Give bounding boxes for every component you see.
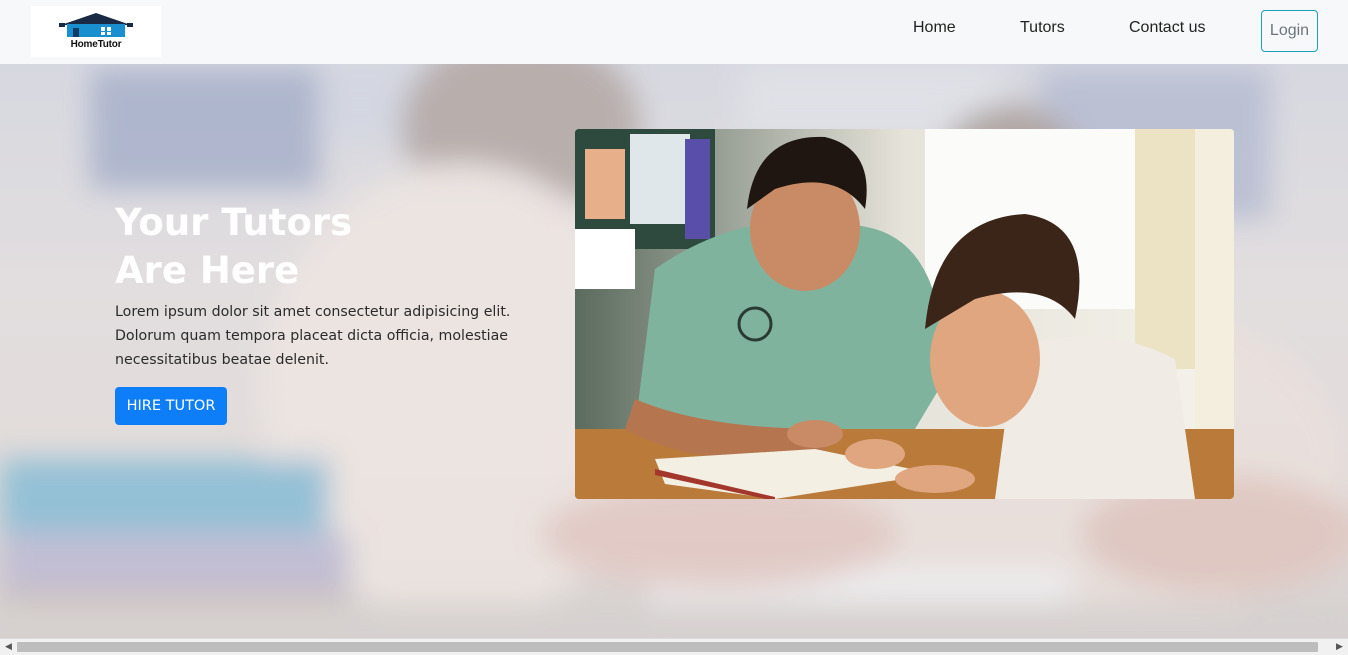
scrollbar-thumb[interactable] [17, 642, 1318, 652]
brand-name: HomeTutor [70, 39, 122, 50]
horizontal-scrollbar[interactable]: ◀ ▶ [0, 638, 1348, 655]
scroll-right-arrow-icon[interactable]: ▶ [1331, 639, 1348, 655]
nav-link-contact[interactable]: Contact us [1129, 19, 1205, 37]
brand-logo[interactable]: HomeTutor [31, 6, 161, 57]
nav-link-tutors[interactable]: Tutors [1020, 19, 1065, 37]
photo-illustration [575, 129, 1234, 499]
hero-title: Your Tutors Are Here [115, 199, 535, 295]
hero-title-line-1: Your Tutors [115, 201, 353, 244]
hero-section: Your Tutors Are Here Lorem ipsum dolor s… [0, 64, 1348, 638]
hero-description: Lorem ipsum dolor sit amet consectetur a… [115, 304, 511, 368]
hire-tutor-button[interactable]: HIRE TUTOR [115, 387, 227, 425]
navbar: HomeTutor Home Tutors Contact us Login [0, 0, 1348, 64]
scroll-left-arrow-icon[interactable]: ◀ [0, 639, 17, 655]
house-logo-icon [59, 13, 133, 37]
hero-title-line-2: Are Here [115, 249, 300, 292]
nav-link-home[interactable]: Home [913, 19, 956, 37]
tutor-and-student-reading-photo [575, 129, 1234, 499]
login-button[interactable]: Login [1261, 10, 1318, 52]
